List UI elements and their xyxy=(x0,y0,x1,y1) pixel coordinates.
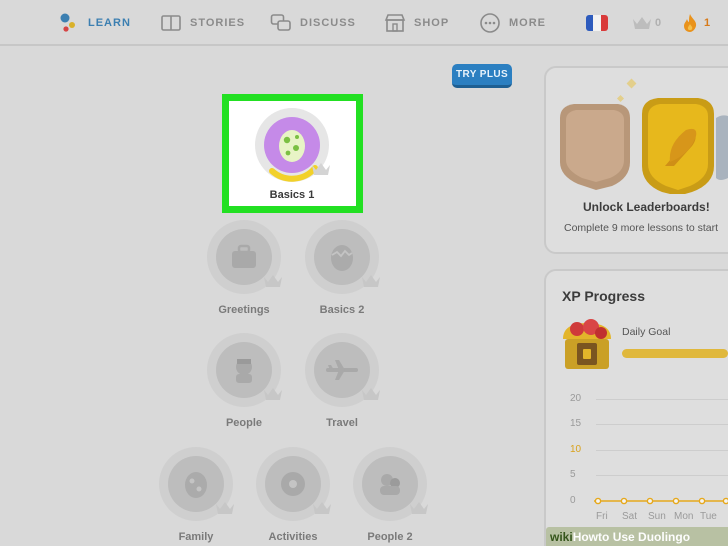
nav-label: MORE xyxy=(509,17,546,29)
skill-label: People xyxy=(225,417,263,429)
treasure-chest-icon xyxy=(563,319,611,369)
skill-greetings[interactable]: Greetings xyxy=(199,220,289,316)
daily-goal-label: Daily Goal xyxy=(622,326,671,338)
league-badges-icon xyxy=(560,78,728,194)
y-tick: 5 xyxy=(570,469,576,480)
x-tick: Fri xyxy=(596,511,608,522)
crown-icon xyxy=(410,502,428,514)
top-nav: LEARN STORIES DISCUSS SHOP MORE 0 1 xyxy=(0,0,728,46)
grid-line xyxy=(596,424,728,425)
skill-progress-ring xyxy=(305,220,380,294)
nav-label: SHOP xyxy=(414,17,450,29)
crown-icon xyxy=(312,163,330,175)
crown-icon xyxy=(362,275,380,287)
grid-line xyxy=(596,399,728,400)
skill-basics-2[interactable]: Basics 2 xyxy=(297,220,387,316)
streak-flame-icon[interactable] xyxy=(682,13,698,33)
airplane-icon xyxy=(326,360,358,380)
french-flag-icon[interactable] xyxy=(586,15,608,31)
x-tick: Tue xyxy=(700,511,717,522)
crown-icon xyxy=(264,275,282,287)
nav-shop[interactable]: SHOP xyxy=(384,0,449,46)
shop-icon xyxy=(384,14,406,32)
leaderboard-title: Unlock Leaderboards! xyxy=(583,200,710,214)
wikihow-banner: wiki How to Use Duolingo xyxy=(546,527,728,546)
nav-label: STORIES xyxy=(190,17,246,29)
crown-count: 0 xyxy=(655,17,662,29)
skill-label: Travel xyxy=(326,417,358,429)
skill-progress-ring xyxy=(159,447,234,521)
nav-more[interactable]: MORE xyxy=(479,0,546,46)
xp-data-point xyxy=(672,497,680,505)
book-icon xyxy=(161,15,181,31)
skill-label: Basics 1 xyxy=(269,189,315,201)
nav-learn[interactable]: LEARN xyxy=(58,0,131,46)
skill-people-2[interactable]: People 2 xyxy=(345,447,435,543)
skill-label: Activities xyxy=(268,531,318,543)
y-tick: 15 xyxy=(570,418,582,429)
nav-label: DISCUSS xyxy=(300,17,356,29)
skill-label: People 2 xyxy=(367,531,413,543)
leaderboard-subtitle: Complete 9 more lessons to start xyxy=(564,222,719,234)
cracked-egg-icon xyxy=(331,245,353,271)
learn-dots-icon xyxy=(60,13,75,32)
x-tick: Sat xyxy=(622,511,638,522)
skill-progress-ring xyxy=(207,220,282,294)
nav-discuss[interactable]: DISCUSS xyxy=(270,0,356,46)
skill-travel[interactable]: Travel xyxy=(297,333,387,429)
grid-line xyxy=(596,450,728,451)
chat-bubbles-icon xyxy=(270,14,291,31)
skill-progress-ring xyxy=(207,333,282,407)
grid-line xyxy=(596,475,728,476)
streak-count: 1 xyxy=(704,17,711,29)
skill-basics-1[interactable]: Basics 1 xyxy=(247,108,337,201)
crown-icon xyxy=(264,388,282,400)
skill-label: Family xyxy=(178,531,214,543)
daily-goal-bar xyxy=(622,349,728,358)
crown-icon xyxy=(216,502,234,514)
suitcase-icon xyxy=(232,244,256,268)
more-dots-icon xyxy=(480,13,500,33)
xp-data-point xyxy=(620,497,628,505)
skill-activities[interactable]: Activities xyxy=(248,447,338,543)
xp-data-point xyxy=(646,497,654,505)
xp-data-point xyxy=(594,497,602,505)
y-tick: 10 xyxy=(570,444,582,455)
x-tick: Sun xyxy=(648,511,666,522)
crown-icon xyxy=(362,388,380,400)
x-tick: Mon xyxy=(674,511,694,522)
egg-family-icon xyxy=(185,472,207,498)
skill-family[interactable]: Family xyxy=(151,447,241,543)
nav-label: LEARN xyxy=(88,17,131,29)
wikihow-brand-suffix: How xyxy=(572,529,599,544)
xp-progress-title: XP Progress xyxy=(562,288,646,304)
egg-icon xyxy=(279,130,305,162)
nav-stories[interactable]: STORIES xyxy=(160,0,245,46)
skill-progress-ring xyxy=(305,333,380,407)
skill-label: Basics 2 xyxy=(319,304,365,316)
skill-people[interactable]: People xyxy=(199,333,289,429)
wikihow-title: to Use Duolingo xyxy=(598,529,691,544)
person-icon xyxy=(236,359,252,383)
y-tick: 0 xyxy=(570,495,576,506)
xp-data-point xyxy=(698,497,706,505)
crown-icon xyxy=(313,502,331,514)
try-plus-button[interactable]: TRY PLUS xyxy=(452,64,512,88)
skill-progress-ring xyxy=(255,108,330,182)
wikihow-brand-prefix: wiki xyxy=(550,529,573,544)
ball-icon xyxy=(281,472,305,496)
skill-progress-ring xyxy=(353,447,428,521)
people-group-icon xyxy=(380,474,400,495)
xp-data-point xyxy=(722,497,728,505)
y-tick: 20 xyxy=(570,393,582,404)
skill-progress-ring xyxy=(256,447,331,521)
skill-label: Greetings xyxy=(218,304,270,316)
crown-icon[interactable] xyxy=(632,15,652,30)
xp-line-series xyxy=(594,497,728,505)
